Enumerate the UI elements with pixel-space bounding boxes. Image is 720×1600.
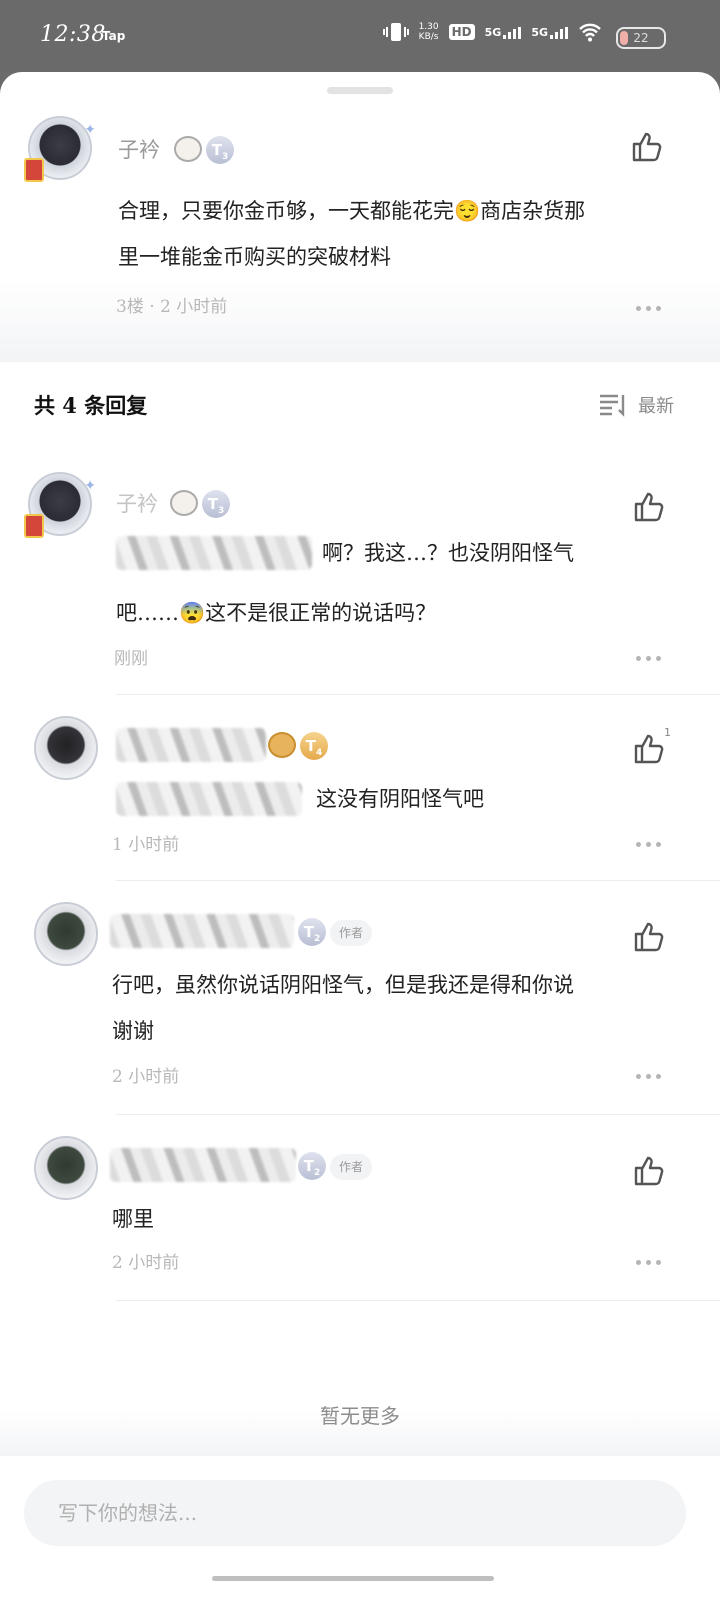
comment-text: 合理，只要你金币够，一天都能花完😌商店杂货那 里一堆能金币购买的突破材料	[118, 188, 585, 280]
comment-line: 啊？我这…？也没阴阳怪气	[322, 541, 574, 565]
avatar-frame-decoration	[24, 158, 44, 182]
avatar[interactable]: ✦	[24, 116, 96, 182]
redacted-username	[110, 1148, 296, 1182]
redacted-mention	[116, 782, 302, 816]
sim1-label: 5G	[484, 25, 502, 39]
author-tag: 作者	[330, 920, 373, 946]
more-dots-icon[interactable]	[636, 654, 662, 662]
author-tag: 作者	[330, 1154, 373, 1180]
more-dots-icon[interactable]	[636, 304, 662, 312]
comment-line: 行吧，虽然你说话阴阳怪气，但是我还是得和你说	[112, 973, 574, 997]
avatar[interactable]	[34, 1136, 98, 1200]
compose-bar: 写下你的想法...	[0, 1456, 720, 1600]
comment-input[interactable]: 写下你的想法...	[24, 1480, 686, 1546]
level-badge-letter: T	[207, 495, 218, 513]
comment-text: 行吧，虽然你说话阴阳怪气，但是我还是得和你说 谢谢	[112, 962, 574, 1054]
avatar[interactable]	[34, 716, 98, 780]
pet-badge-icon	[170, 490, 198, 516]
comment-line: 里一堆能金币购买的突破材料	[118, 245, 391, 269]
avatar[interactable]: ✦	[24, 472, 96, 538]
comment-line: 吧……😨这不是很正常的说话吗？	[116, 601, 437, 625]
comment-meta: 刚刚	[114, 649, 148, 669]
comment-meta: 3楼 · 2 小时前	[116, 297, 228, 317]
level-badge-letter: T	[303, 923, 314, 941]
star-icon: ✦	[84, 122, 96, 138]
status-app-label: Tap	[102, 29, 126, 43]
status-time: 12:38	[40, 22, 106, 47]
list-divider	[116, 1300, 720, 1301]
level-badge: T3	[206, 136, 234, 164]
sim2-signal: 5G	[531, 26, 568, 39]
reply-sheet: ✦ 子衿 T3 合理，只要你金币够，一天都能花完😌商店杂货那 里一堆能金币购买的…	[0, 72, 720, 1600]
redacted-username	[110, 914, 294, 948]
sim2-label: 5G	[531, 25, 548, 39]
level-badge-letter: T	[303, 1157, 314, 1175]
thumbs-up-icon[interactable]	[630, 130, 664, 164]
avatar-frame-decoration	[24, 514, 44, 538]
level-badge: T3	[202, 490, 230, 518]
level-badge-letter: T	[305, 737, 316, 755]
level-badge-number: 4	[315, 748, 323, 758]
list-divider	[116, 1114, 720, 1115]
home-indicator[interactable]	[212, 1576, 494, 1581]
no-more-label: 暂无更多	[320, 1404, 400, 1428]
battery-icon: 22	[616, 27, 666, 49]
username[interactable]: 子衿	[118, 134, 160, 164]
hd-badge: HD	[448, 24, 475, 40]
section-divider	[0, 358, 720, 362]
signal-bars-icon	[550, 26, 568, 39]
username[interactable]: 子衿	[116, 488, 158, 518]
wifi-icon	[579, 23, 601, 42]
thumbs-up-icon[interactable]	[632, 732, 666, 766]
more-dots-icon[interactable]	[636, 840, 662, 848]
redacted-mention	[116, 536, 312, 570]
sort-label: 最新	[638, 396, 674, 417]
comment-meta: 2 小时前	[112, 1253, 180, 1273]
sort-button[interactable]: 最新	[598, 392, 674, 418]
signal-bars-icon	[503, 26, 522, 39]
comment-line: 合理，只要你金币够，一天都能花完😌商店杂货那	[118, 199, 586, 223]
thumbs-up-icon[interactable]	[632, 490, 666, 524]
vibrate-icon	[382, 23, 409, 41]
level-badge: T4	[300, 732, 328, 760]
level-badge: T2	[298, 1152, 326, 1180]
net-speed: 1.30 KB/s	[419, 22, 439, 42]
sheet-grabber[interactable]	[327, 87, 393, 94]
comment-line: 哪里	[112, 1207, 154, 1231]
like-count: 1	[664, 726, 671, 739]
level-badge-letter: T	[211, 141, 222, 159]
replies-count-title: 共 4 条回复	[34, 393, 148, 418]
list-divider	[116, 880, 720, 881]
sort-lines-icon	[600, 394, 625, 417]
thumbs-up-icon[interactable]	[632, 920, 666, 954]
more-dots-icon[interactable]	[636, 1072, 662, 1080]
sim1-signal: 5G	[485, 26, 522, 39]
status-bar: 12:38 Tap 1.30 KB/s HD 5G 5G 22	[0, 0, 720, 72]
level-badge-number: 3	[217, 506, 225, 516]
level-badge: T2	[298, 918, 326, 946]
star-icon: ✦	[84, 478, 96, 494]
redacted-username	[116, 728, 266, 762]
level-badge-number: 2	[313, 934, 321, 944]
thumbs-up-icon[interactable]	[632, 1154, 666, 1188]
pet-badge-icon	[268, 732, 296, 758]
net-speed-unit: KB/s	[418, 32, 439, 42]
root-comment: ✦ 子衿 T3 合理，只要你金币够，一天都能花完😌商店杂货那 里一堆能金币购买的…	[0, 100, 720, 358]
avatar[interactable]	[34, 902, 98, 966]
list-divider	[116, 694, 720, 695]
level-badge-number: 2	[313, 1168, 321, 1178]
battery-level: 22	[633, 31, 649, 45]
pet-badge-icon	[174, 136, 202, 162]
comment-line: 这没有阴阳怪气吧	[316, 787, 484, 811]
comment-meta: 1 小时前	[112, 835, 180, 855]
level-badge-number: 3	[221, 152, 229, 162]
comment-meta: 2 小时前	[112, 1067, 180, 1087]
net-speed-value: 1.30	[418, 22, 439, 32]
comment-line: 谢谢	[112, 1019, 154, 1043]
more-dots-icon[interactable]	[636, 1258, 662, 1266]
